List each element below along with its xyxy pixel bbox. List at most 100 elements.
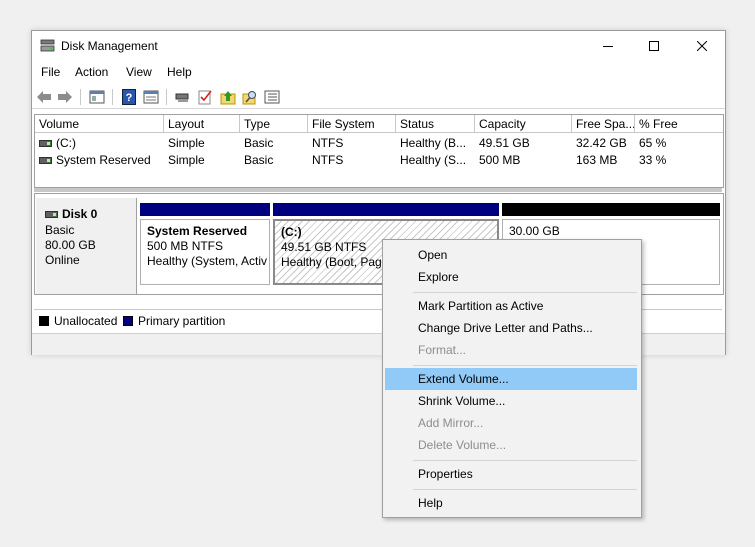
check-button[interactable]: [196, 88, 214, 106]
partition-name: (C:): [281, 225, 302, 239]
check-icon: [198, 90, 212, 105]
search-button[interactable]: [241, 88, 259, 106]
list-icon: [264, 90, 280, 104]
menu-item-extend-volume[interactable]: Extend Volume...: [385, 368, 637, 390]
column-header-status[interactable]: Status: [396, 115, 475, 133]
menu-item-delete-volume: Delete Volume...: [418, 438, 507, 452]
pane-splitter[interactable]: [34, 188, 722, 192]
cell-volume: System Reserved: [56, 153, 151, 167]
menu-item-open[interactable]: Open: [385, 244, 637, 266]
volume-icon: [39, 157, 52, 165]
menu-item-shrink-volume[interactable]: Shrink Volume...: [385, 390, 637, 412]
legend-swatch-primary: [123, 316, 133, 326]
menu-help[interactable]: Help: [167, 65, 192, 79]
menu-separator: [413, 292, 637, 293]
column-header-percent-free[interactable]: % Free: [635, 115, 723, 133]
cell-free-space: 163 MB: [576, 153, 618, 167]
disk-management-icon: [40, 39, 55, 52]
partition-bar: [140, 203, 270, 216]
volume-icon: [39, 140, 52, 148]
menu-item-add-mirror: Add Mirror...: [418, 416, 484, 430]
cell-percent-free: 33 %: [639, 153, 667, 167]
toolbar: ?: [32, 86, 725, 109]
menu-separator: [413, 365, 637, 366]
disk-size: 80.00 GB: [45, 238, 96, 252]
menu-separator: [413, 460, 637, 461]
legend-unallocated: Unallocated: [54, 314, 118, 328]
maximize-button[interactable]: [631, 31, 677, 61]
cell-free-space: 32.42 GB: [576, 136, 627, 150]
window-title: Disk Management: [61, 39, 158, 53]
cell-volume: (C:): [56, 136, 76, 150]
menu-item-help[interactable]: Help: [385, 492, 637, 514]
menu-view[interactable]: View: [126, 65, 152, 79]
svg-text:?: ?: [126, 92, 133, 104]
table-row[interactable]: System Reserved Simple Basic NTFS Health…: [35, 152, 723, 169]
title-bar[interactable]: Disk Management: [32, 31, 725, 61]
disk-type: Basic: [45, 223, 75, 237]
help-icon: ?: [122, 89, 136, 105]
column-header-layout[interactable]: Layout: [164, 115, 240, 133]
forward-arrow-icon: [58, 91, 72, 103]
maximize-icon: [649, 41, 659, 51]
up-icon: [220, 91, 236, 105]
menu-item-format: Format...: [418, 343, 467, 357]
cell-layout: Simple: [168, 153, 205, 167]
table-row[interactable]: (C:) Simple Basic NTFS Healthy (B... 49.…: [35, 135, 723, 152]
properties-button[interactable]: [142, 88, 160, 106]
properties-icon: [143, 90, 159, 104]
partition-name: System Reserved: [147, 224, 248, 238]
menu-item-mark-active[interactable]: Mark Partition as Active: [385, 295, 637, 317]
up-button[interactable]: [219, 88, 237, 106]
partition-bar: [502, 203, 720, 216]
volume-list: Volume Layout Type File System Status Ca…: [34, 114, 724, 188]
column-header-capacity[interactable]: Capacity: [475, 115, 572, 133]
legend-primary: Primary partition: [138, 314, 226, 328]
list-button[interactable]: [263, 88, 281, 106]
menu-bar: File Action View Help: [32, 63, 725, 83]
column-header-type[interactable]: Type: [240, 115, 308, 133]
context-menu: Open Explore Mark Partition as Active Ch…: [382, 239, 642, 518]
partition-system-reserved[interactable]: System Reserved 500 MB NTFS Healthy (Sys…: [140, 203, 270, 289]
disk-name: Disk 0: [62, 207, 98, 221]
cell-capacity: 500 MB: [479, 153, 521, 167]
menu-item-explore[interactable]: Explore: [385, 266, 637, 288]
partition-size: 30.00 GB: [509, 224, 560, 238]
minimize-button[interactable]: [585, 31, 631, 61]
partition-status: Healthy (System, Activ: [147, 254, 268, 268]
minimize-icon: [603, 46, 613, 47]
help-button[interactable]: ?: [120, 88, 138, 106]
cell-status: Healthy (B...: [400, 136, 467, 150]
menu-separator: [413, 489, 637, 490]
console-tree-icon: [89, 90, 105, 104]
cell-type: Basic: [244, 153, 274, 167]
cell-file-system: NTFS: [312, 136, 344, 150]
disk-icon: [45, 211, 58, 219]
partition-size: 500 MB NTFS: [147, 239, 224, 253]
disk-info[interactable]: Disk 0 Basic 80.00 GB Online: [36, 198, 137, 294]
cell-capacity: 49.51 GB: [479, 136, 530, 150]
disk-state: Online: [45, 253, 80, 267]
console-tree-button[interactable]: [88, 88, 106, 106]
cell-percent-free: 65 %: [639, 136, 667, 150]
cell-type: Basic: [244, 136, 274, 150]
column-header-file-system[interactable]: File System: [308, 115, 396, 133]
menu-item-properties[interactable]: Properties: [385, 463, 637, 485]
cell-status: Healthy (S...: [400, 153, 467, 167]
menu-action[interactable]: Action: [75, 65, 108, 79]
legend-swatch-unallocated: [39, 316, 49, 326]
column-header-free-space[interactable]: Free Spa...: [572, 115, 635, 133]
cell-layout: Simple: [168, 136, 205, 150]
connect-icon: [175, 93, 189, 102]
search-icon: [242, 91, 256, 105]
close-button[interactable]: [679, 31, 725, 61]
menu-item-change-drive-letter[interactable]: Change Drive Letter and Paths...: [385, 317, 637, 339]
menu-file[interactable]: File: [41, 65, 60, 79]
back-arrow-icon: [37, 91, 51, 103]
column-header-volume[interactable]: Volume: [35, 115, 164, 133]
close-icon: [697, 41, 707, 51]
connect-button[interactable]: [174, 88, 192, 106]
cell-file-system: NTFS: [312, 153, 344, 167]
forward-button[interactable]: [56, 88, 74, 106]
back-button[interactable]: [35, 88, 53, 106]
